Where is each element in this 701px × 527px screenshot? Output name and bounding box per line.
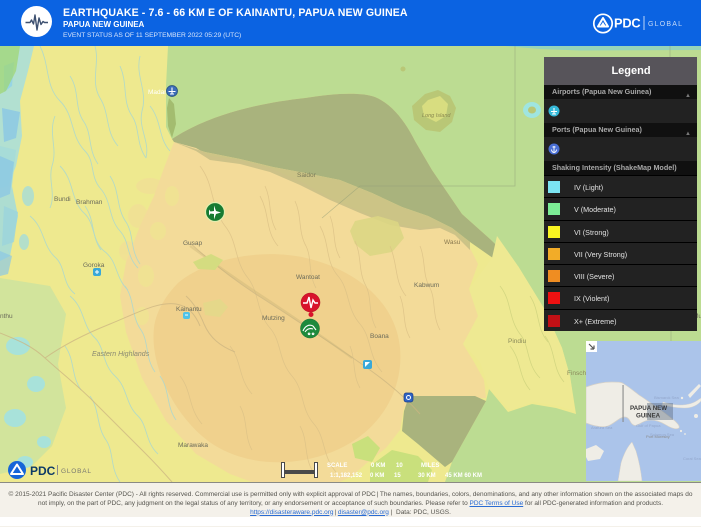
svg-text:Kabwum: Kabwum — [414, 282, 439, 289]
svg-text:PAPUA NEW: PAPUA NEW — [630, 405, 667, 412]
svg-text:Pindiu: Pindiu — [508, 338, 526, 345]
svg-text:Goroka: Goroka — [83, 262, 105, 269]
svg-text:Bismarck Sea: Bismarck Sea — [654, 395, 679, 400]
svg-text:Brahman: Brahman — [76, 199, 103, 206]
svg-text:45 KM 60 KM: 45 KM 60 KM — [445, 473, 482, 479]
svg-text:MILES: MILES — [421, 463, 439, 469]
svg-text:Eastern Highlands: Eastern Highlands — [92, 351, 150, 358]
svg-text:GUINEA: GUINEA — [636, 413, 661, 420]
svg-text:0 KM: 0 KM — [371, 463, 385, 469]
svg-text:GLOBAL: GLOBAL — [61, 468, 92, 475]
svg-text:Mutzing: Mutzing — [262, 315, 285, 322]
svg-text:10: 10 — [396, 463, 403, 469]
svg-text:Gusap: Gusap — [183, 240, 203, 247]
svg-text:1:1,182,152: 1:1,182,152 — [330, 473, 363, 479]
svg-text:nthu: nthu — [0, 313, 13, 320]
svg-text:Coral Sea: Coral Sea — [683, 456, 701, 461]
svg-text:PDC: PDC — [614, 16, 640, 31]
svg-text:Wasu: Wasu — [444, 239, 461, 246]
svg-text:Boana: Boana — [370, 333, 389, 340]
svg-text:Kainantu: Kainantu — [176, 306, 202, 313]
svg-text:Bundi: Bundi — [54, 196, 71, 203]
svg-text:Port Moresby: Port Moresby — [646, 434, 670, 439]
svg-text:Gulf of Papua: Gulf of Papua — [636, 423, 661, 428]
svg-text:Long Island: Long Island — [422, 113, 451, 119]
svg-text:30 KM: 30 KM — [418, 473, 436, 479]
svg-text:GLOBAL: GLOBAL — [648, 21, 683, 28]
svg-text:Arafura Sea: Arafura Sea — [591, 425, 613, 430]
svg-text:PDC: PDC — [30, 464, 56, 478]
svg-text:0 KM: 0 KM — [370, 473, 384, 479]
svg-text:15: 15 — [394, 473, 401, 479]
svg-text:Wantoat: Wantoat — [296, 274, 320, 281]
svg-text:SCALE: SCALE — [327, 463, 347, 469]
svg-text:Saidor: Saidor — [297, 172, 317, 179]
svg-text:Marawaka: Marawaka — [178, 442, 208, 449]
